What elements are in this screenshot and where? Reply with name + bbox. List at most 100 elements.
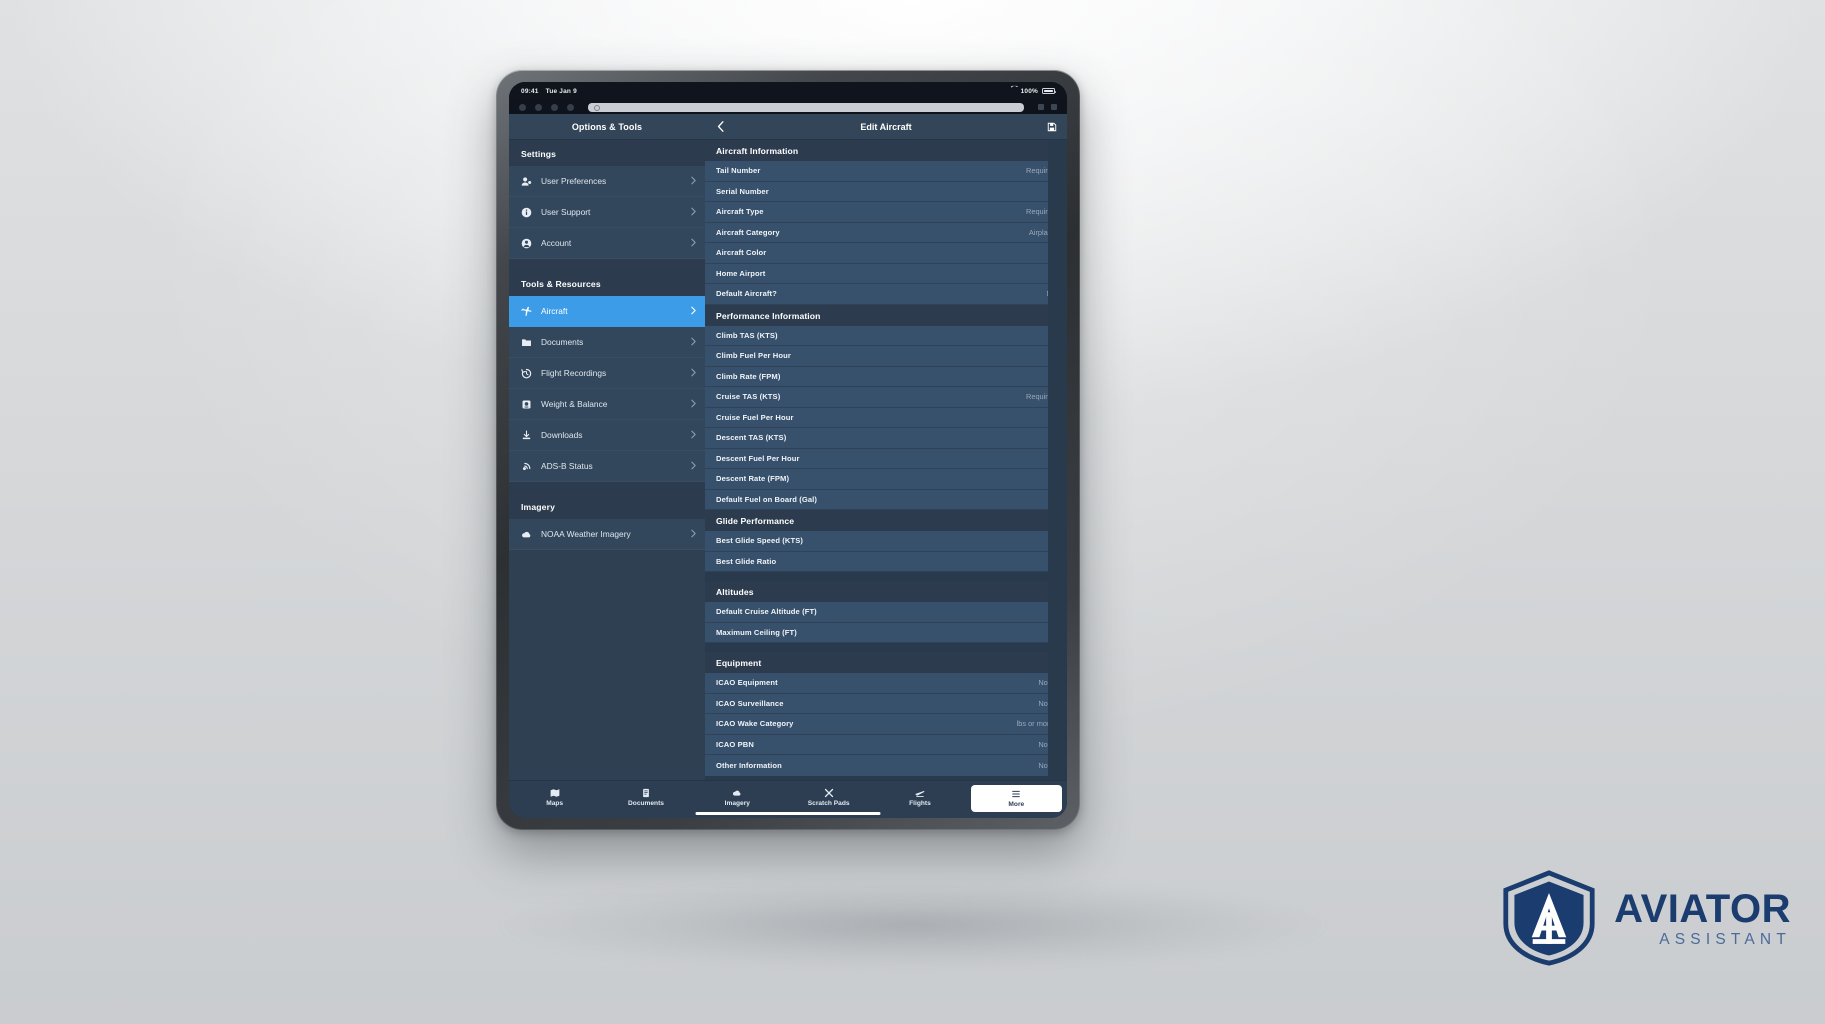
- sidebar-item-label: User Preferences: [541, 176, 607, 186]
- edit-aircraft-form: Aircraft Information Tail Number Require…: [705, 140, 1067, 780]
- tab-label: Scratch Pads: [807, 800, 850, 807]
- form-row-climb-fuel-per-hour[interactable]: Climb Fuel Per Hour: [705, 346, 1067, 367]
- form-row-serial-number[interactable]: Serial Number: [705, 181, 1067, 202]
- chevron-left-icon[interactable]: [714, 120, 727, 133]
- form-row-icao-equipment[interactable]: ICAO Equipment None: [705, 673, 1067, 694]
- save-icon[interactable]: [1045, 120, 1058, 133]
- aviator-assistant-branding: AVIATOR ASSISTANT: [1501, 870, 1791, 966]
- brand-name: AVIATOR: [1614, 886, 1791, 931]
- form-row-maximum-ceiling[interactable]: Maximum Ceiling (FT): [705, 622, 1067, 643]
- row-label: Aircraft Category: [716, 227, 780, 237]
- page-title: Edit Aircraft: [860, 121, 912, 132]
- sidebar-item-downloads[interactable]: Downloads: [509, 420, 705, 451]
- row-value: None: [1038, 739, 1056, 749]
- browser-forward-icon[interactable]: [535, 103, 542, 111]
- tab-label: Imagery: [724, 800, 750, 807]
- row-label: Tail Number: [716, 166, 761, 176]
- form-row-aircraft-color[interactable]: Aircraft Color: [705, 243, 1067, 264]
- download-icon: [521, 430, 532, 441]
- sidebar-item-user-support[interactable]: User Support: [509, 197, 705, 228]
- tablet-screen: 09:41 Tue Jan 9 100% Options & Tools Edi…: [509, 82, 1067, 818]
- airplane-icon: [521, 306, 532, 317]
- tab-documents[interactable]: Documents: [600, 785, 691, 807]
- bottom-tab-bar: Maps Documents Imagery Scratch Pads Flig…: [509, 780, 1067, 818]
- browser-plus-icon[interactable]: [1038, 104, 1044, 110]
- section-header-glide-performance: Glide Performance: [705, 510, 1067, 531]
- tab-more[interactable]: More: [970, 785, 1062, 812]
- browser-tab-overview-icon[interactable]: [1051, 104, 1057, 110]
- form-row-home-airport[interactable]: Home Airport: [705, 263, 1067, 284]
- row-label: ICAO PBN: [716, 739, 754, 749]
- row-label: Climb TAS (KTS): [716, 330, 778, 340]
- browser-address-bar[interactable]: [588, 102, 1024, 112]
- sidebar-item-flight-recordings[interactable]: Flight Recordings: [509, 358, 705, 389]
- device-floor-shadow: [502, 880, 1323, 970]
- history-clock-icon: [521, 368, 532, 379]
- form-scroll-area[interactable]: Aircraft Information Tail Number Require…: [705, 140, 1067, 780]
- row-label: Descent Rate (FPM): [716, 474, 790, 484]
- form-row-descent-tas[interactable]: Descent TAS (KTS): [705, 428, 1067, 449]
- account-circle-icon: [521, 238, 532, 249]
- form-row-icao-surveillance[interactable]: ICAO Surveillance None: [705, 693, 1067, 714]
- chevron-right-icon: [691, 399, 696, 410]
- tab-imagery[interactable]: Imagery: [692, 785, 783, 807]
- sidebar-item-weight-balance[interactable]: Weight & Balance: [509, 389, 705, 420]
- form-row-default-aircraft[interactable]: Default Aircraft? No: [705, 284, 1067, 305]
- sidebar-divider: [509, 482, 705, 493]
- sidebar-item-adsb-status[interactable]: ADS-B Status: [509, 451, 705, 482]
- flights-icon: [914, 787, 925, 798]
- sidebar-item-user-preferences[interactable]: User Preferences: [509, 166, 705, 197]
- tab-maps[interactable]: Maps: [509, 785, 600, 807]
- form-row-aircraft-type[interactable]: Aircraft Type Required: [705, 202, 1067, 223]
- chevron-right-icon: [691, 461, 696, 472]
- row-label: Descent TAS (KTS): [716, 433, 787, 443]
- form-row-best-glide-speed[interactable]: Best Glide Speed (KTS): [705, 531, 1067, 552]
- scale-icon: [521, 399, 532, 410]
- form-row-default-fuel-on-board[interactable]: Default Fuel on Board (Gal): [705, 489, 1067, 510]
- form-row-cruise-fuel-per-hour[interactable]: Cruise Fuel Per Hour: [705, 407, 1067, 428]
- form-row-default-cruise-altitude[interactable]: Default Cruise Altitude (FT): [705, 602, 1067, 623]
- row-label: Aircraft Type: [716, 207, 764, 217]
- form-row-aircraft-category[interactable]: Aircraft Category Airplane: [705, 222, 1067, 243]
- form-row-best-glide-ratio[interactable]: Best Glide Ratio: [705, 551, 1067, 572]
- chevron-right-icon: [691, 207, 696, 218]
- tab-scratch-pads[interactable]: Scratch Pads: [783, 785, 874, 807]
- browser-right-controls[interactable]: [1038, 104, 1057, 110]
- section-header-performance-information: Performance Information: [705, 304, 1067, 326]
- browser-tabs-icon[interactable]: [567, 103, 574, 111]
- chevron-right-icon: [691, 368, 696, 379]
- sidebar-item-label: User Support: [541, 207, 591, 217]
- brand-text: AVIATOR ASSISTANT: [1614, 889, 1791, 948]
- tab-flights[interactable]: Flights: [874, 785, 965, 807]
- sidebar-item-label: NOAA Weather Imagery: [541, 529, 631, 539]
- chevron-right-icon: [691, 306, 696, 317]
- tab-label: Flights: [909, 800, 931, 807]
- form-row-cruise-tas[interactable]: Cruise TAS (KTS) Required: [705, 387, 1067, 408]
- brand-tagline: ASSISTANT: [1659, 930, 1791, 948]
- cloud-icon: [521, 529, 532, 540]
- sidebar-item-documents[interactable]: Documents: [509, 327, 705, 358]
- browser-toolbar-buttons[interactable]: [519, 103, 574, 111]
- form-row-climb-tas[interactable]: Climb TAS (KTS): [705, 325, 1067, 346]
- row-value: None: [1038, 760, 1056, 770]
- app-navigation-bar: Options & Tools Edit Aircraft: [509, 114, 1067, 140]
- form-row-tail-number[interactable]: Tail Number Required: [705, 161, 1067, 182]
- sidebar-item-noaa-weather-imagery[interactable]: NOAA Weather Imagery: [509, 519, 705, 550]
- browser-share-icon[interactable]: [551, 103, 558, 111]
- form-row-descent-fuel-per-hour[interactable]: Descent Fuel Per Hour: [705, 448, 1067, 469]
- sidebar-item-label: Flight Recordings: [541, 368, 607, 378]
- sidebar-section-header-tools: Tools & Resources: [509, 270, 705, 296]
- browser-back-icon[interactable]: [519, 103, 526, 111]
- form-row-icao-wake-category[interactable]: ICAO Wake Category lbs or more): [705, 714, 1067, 735]
- form-row-descent-rate[interactable]: Descent Rate (FPM): [705, 469, 1067, 490]
- section-spacer: [705, 572, 1067, 581]
- form-row-icao-pbn[interactable]: ICAO PBN None: [705, 734, 1067, 755]
- form-row-other-information[interactable]: Other Information None: [705, 755, 1067, 776]
- sidebar-item-label: Weight & Balance: [541, 399, 608, 409]
- sidebar-item-aircraft[interactable]: Aircraft: [509, 296, 705, 327]
- form-row-climb-rate[interactable]: Climb Rate (FPM): [705, 366, 1067, 387]
- sidebar-item-account[interactable]: Account: [509, 228, 705, 259]
- row-label: ICAO Equipment: [716, 678, 778, 688]
- map-icon: [549, 787, 560, 798]
- sidebar-section-header-imagery: Imagery: [509, 493, 705, 519]
